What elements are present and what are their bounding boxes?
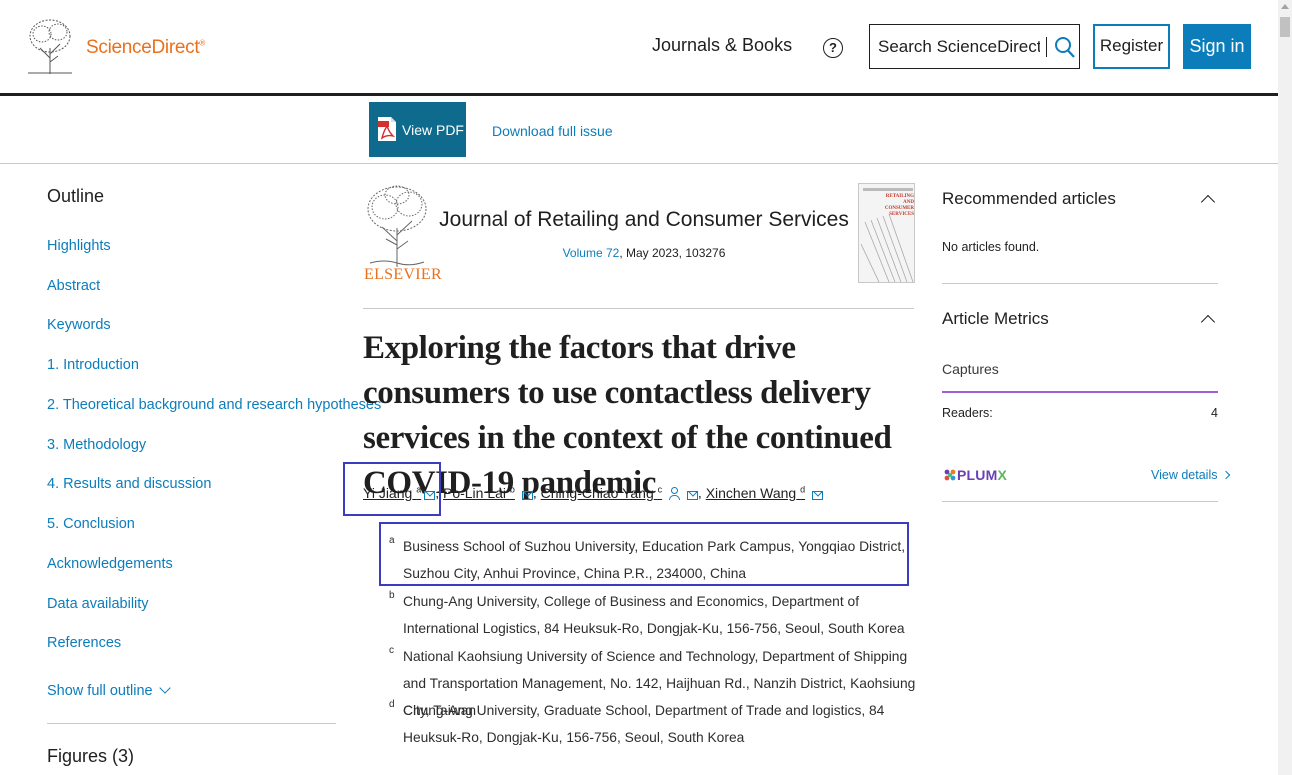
journal-title-link[interactable]: Journal of Retailing and Consumer Servic…: [430, 208, 858, 232]
show-full-outline-label: Show full outline: [47, 683, 153, 699]
journal-cover-title: RETAILING AND CONSUMER SERVICES: [884, 194, 914, 217]
outline-item-highlights[interactable]: Highlights: [47, 238, 111, 254]
search-icon[interactable]: [1054, 35, 1076, 59]
article-toolbar: View PDF Download full issue: [0, 96, 1278, 164]
affiliation-text: Chung-Ang University, College of Busines…: [403, 594, 905, 636]
outline-item-keywords[interactable]: Keywords: [47, 317, 111, 333]
outline-item-results[interactable]: 4. Results and discussion: [47, 476, 211, 492]
page-scrollbar[interactable]: [1278, 0, 1292, 775]
show-full-outline-button[interactable]: Show full outline: [47, 682, 171, 699]
outline-item-data-availability[interactable]: Data availability: [47, 596, 149, 612]
elsevier-tree-logo-icon[interactable]: [26, 18, 74, 74]
email-icon[interactable]: [812, 490, 824, 500]
outline-item-acknowledgements[interactable]: Acknowledgements: [47, 556, 173, 572]
author-highlight-box: [343, 462, 441, 516]
outline-item-introduction[interactable]: 1. Introduction: [47, 357, 139, 373]
volume-link[interactable]: Volume 72: [563, 246, 620, 260]
journals-books-link[interactable]: Journals & Books: [652, 35, 792, 56]
site-header: ScienceDirect® Journals & Books ? Regist…: [0, 0, 1278, 96]
outline-item-methodology[interactable]: 3. Methodology: [47, 437, 146, 453]
download-full-issue-link[interactable]: Download full issue: [492, 123, 613, 139]
sign-in-button[interactable]: Sign in: [1183, 24, 1251, 69]
pdf-file-icon: [378, 117, 396, 141]
article-metrics-title[interactable]: Article Metrics: [942, 309, 1049, 329]
elsevier-publisher-logo-icon[interactable]: [364, 183, 430, 267]
journal-cover-image[interactable]: RETAILING AND CONSUMER SERVICES: [858, 183, 915, 283]
article-title: Exploring the factors that drive consume…: [363, 330, 892, 501]
outline-item-theoretical-background[interactable]: 2. Theoretical background and research h…: [47, 397, 381, 413]
outline-item-references[interactable]: References: [47, 635, 121, 651]
captures-divider: [942, 391, 1218, 393]
affiliation-letter: d: [389, 699, 395, 710]
email-icon[interactable]: [521, 490, 533, 500]
outline-title: Outline: [47, 186, 105, 206]
view-pdf-label: View PDF: [402, 122, 464, 138]
chevron-down-icon: [158, 682, 171, 694]
affiliation-text: Chung-Ang University, Graduate School, D…: [403, 703, 885, 745]
elsevier-wordmark: ELSEVIER: [364, 266, 442, 283]
author-ching-chiao-yang[interactable]: Ching-Chiao Yang c: [541, 484, 663, 501]
readers-label: Readers:: [942, 406, 993, 420]
view-details-link[interactable]: View details: [1151, 468, 1231, 482]
journal-volume: Volume 72, May 2023, 103276: [430, 246, 858, 260]
plumx-wordmark: PLUM: [957, 467, 998, 483]
sidebar-divider: [942, 283, 1218, 284]
chevron-up-icon[interactable]: [1200, 194, 1216, 210]
email-icon[interactable]: [686, 490, 698, 500]
search-box: [869, 24, 1080, 69]
captures-label: Captures: [942, 361, 999, 377]
readers-value: 4: [1211, 406, 1218, 420]
author-po-lin-lai[interactable]: Po-Lin Lai b: [443, 484, 515, 501]
scroll-thumb[interactable]: [1280, 17, 1290, 37]
search-input[interactable]: [878, 33, 1040, 61]
sciencedirect-logo[interactable]: ScienceDirect®: [86, 37, 205, 59]
view-details-label: View details: [1151, 468, 1218, 482]
author-separator: ,: [697, 484, 702, 501]
plumx-x: X: [997, 467, 1008, 483]
scroll-up-arrow-icon[interactable]: [1281, 4, 1289, 9]
affiliation-highlight-box: [379, 522, 909, 586]
register-button[interactable]: Register: [1093, 24, 1170, 69]
outline-divider: [47, 723, 336, 724]
chevron-up-icon[interactable]: [1200, 314, 1216, 330]
figures-title[interactable]: Figures (3): [47, 746, 134, 767]
outline-item-abstract[interactable]: Abstract: [47, 278, 100, 294]
plumx-flower-icon: [944, 469, 956, 481]
sidebar-divider: [942, 501, 1218, 502]
volume-date: , May 2023, 103276: [619, 246, 726, 260]
author-xinchen-wang[interactable]: Xinchen Wang d: [706, 484, 805, 501]
recommended-empty-message: No articles found.: [942, 240, 1040, 254]
author-separator: ,: [532, 484, 537, 501]
corresponding-author-person-icon[interactable]: [669, 486, 681, 500]
help-icon[interactable]: ?: [823, 38, 843, 58]
search-separator: [1046, 37, 1047, 57]
affiliation-letter: c: [389, 645, 394, 656]
affiliation-letter: b: [389, 590, 395, 601]
plumx-logo[interactable]: PLUMX: [943, 466, 1007, 483]
recommended-articles-title[interactable]: Recommended articles: [942, 189, 1116, 209]
view-pdf-button[interactable]: View PDF: [369, 102, 466, 157]
chevron-right-icon: [1222, 470, 1231, 480]
outline-item-conclusion[interactable]: 5. Conclusion: [47, 516, 135, 532]
journal-divider: [363, 308, 914, 309]
